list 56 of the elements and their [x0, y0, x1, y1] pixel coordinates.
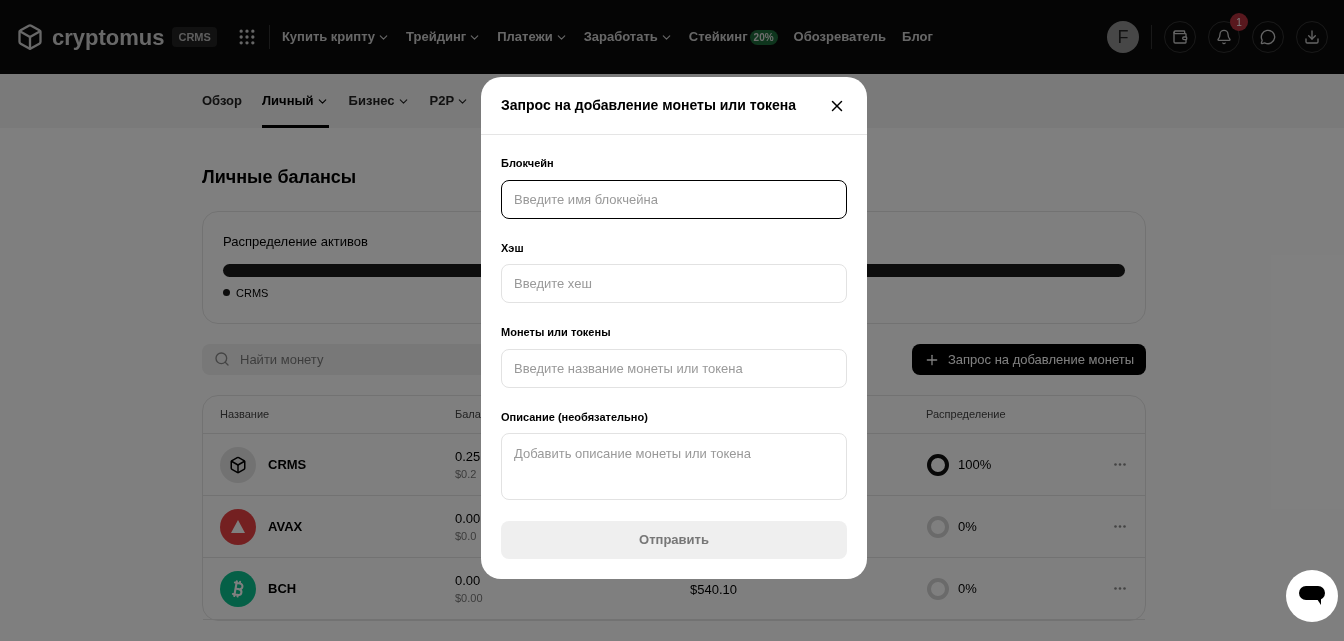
- field-label: Монеты или токены: [501, 325, 612, 340]
- coin-name: AVAX: [268, 517, 303, 536]
- search-icon: [214, 351, 230, 367]
- field-label: Блокчейн: [501, 156, 555, 171]
- column-header: Распределение: [926, 407, 1006, 423]
- share-percent: 0%: [958, 517, 977, 536]
- triangle-coin-icon: [220, 508, 256, 545]
- nav-link[interactable]: Купить крипту: [281, 27, 391, 47]
- balance-amount: 0.00: [455, 571, 481, 590]
- balance-amount: 0.00: [455, 509, 481, 528]
- tab[interactable]: Личный: [262, 74, 329, 128]
- dialog-title: Запрос на добавление монеты или токена: [501, 96, 796, 115]
- card-title: Распределение активов: [223, 233, 368, 251]
- bell-icon: [1216, 29, 1232, 45]
- nav-link[interactable]: Обозреватель: [793, 27, 887, 47]
- download-icon: [1304, 29, 1320, 45]
- column-header: Название: [220, 407, 270, 423]
- balance-usd: $0.2: [455, 467, 477, 482]
- tab[interactable]: Обзор: [202, 74, 242, 128]
- coin-price: $540.10: [690, 581, 737, 597]
- logo-text[interactable]: cryptomus: [52, 20, 165, 54]
- coin-name: CRMS: [268, 455, 307, 474]
- share-percent: 100%: [958, 455, 992, 474]
- coin-name: BCH: [268, 579, 297, 598]
- more-icon[interactable]: [1114, 587, 1126, 590]
- cube-logo-icon: [16, 23, 44, 51]
- nav-link[interactable]: Платежи: [497, 27, 568, 47]
- speech-bubble-icon: [1299, 586, 1325, 606]
- page-title: Личные балансы: [202, 166, 358, 189]
- field-label: Хэш: [501, 240, 525, 256]
- balance-usd: $0.00: [455, 591, 483, 606]
- percent-badge: 20%: [749, 29, 778, 45]
- share-percent: 0%: [958, 579, 977, 598]
- column-header: Бала: [455, 407, 481, 423]
- legend-label: CRMS: [236, 285, 269, 301]
- tab[interactable]: P2P: [429, 74, 470, 128]
- notification-count: 1: [1230, 13, 1248, 31]
- request-coin-button[interactable]: Запрос на добавление монеты: [911, 344, 1146, 375]
- nav-link[interactable]: Блог: [902, 27, 933, 47]
- description-field[interactable]: Добавить описание монеты или токена: [501, 433, 847, 500]
- balance-usd: $0.0: [455, 529, 477, 544]
- tab[interactable]: Бизнес: [348, 74, 410, 128]
- support-chat-button[interactable]: [1286, 570, 1338, 622]
- nav-link[interactable]: Трейдинг: [406, 27, 482, 47]
- field-label: Описание (необязательно): [501, 409, 649, 425]
- cube-coin-icon: [220, 446, 256, 483]
- more-icon[interactable]: [1114, 463, 1126, 466]
- nav-link[interactable]: Стейкинг 20%: [688, 27, 778, 47]
- nav-link[interactable]: Заработать: [583, 27, 673, 47]
- chat-icon: [1260, 29, 1276, 45]
- input-field[interactable]: Введите имя блокчейна: [501, 179, 847, 219]
- logo-badge: CRMS: [172, 26, 217, 48]
- more-icon[interactable]: [1114, 525, 1126, 528]
- wallet-icon: [1172, 29, 1188, 45]
- bitcoin-coin-icon: [220, 570, 256, 607]
- balance-amount: 0.25: [455, 447, 481, 466]
